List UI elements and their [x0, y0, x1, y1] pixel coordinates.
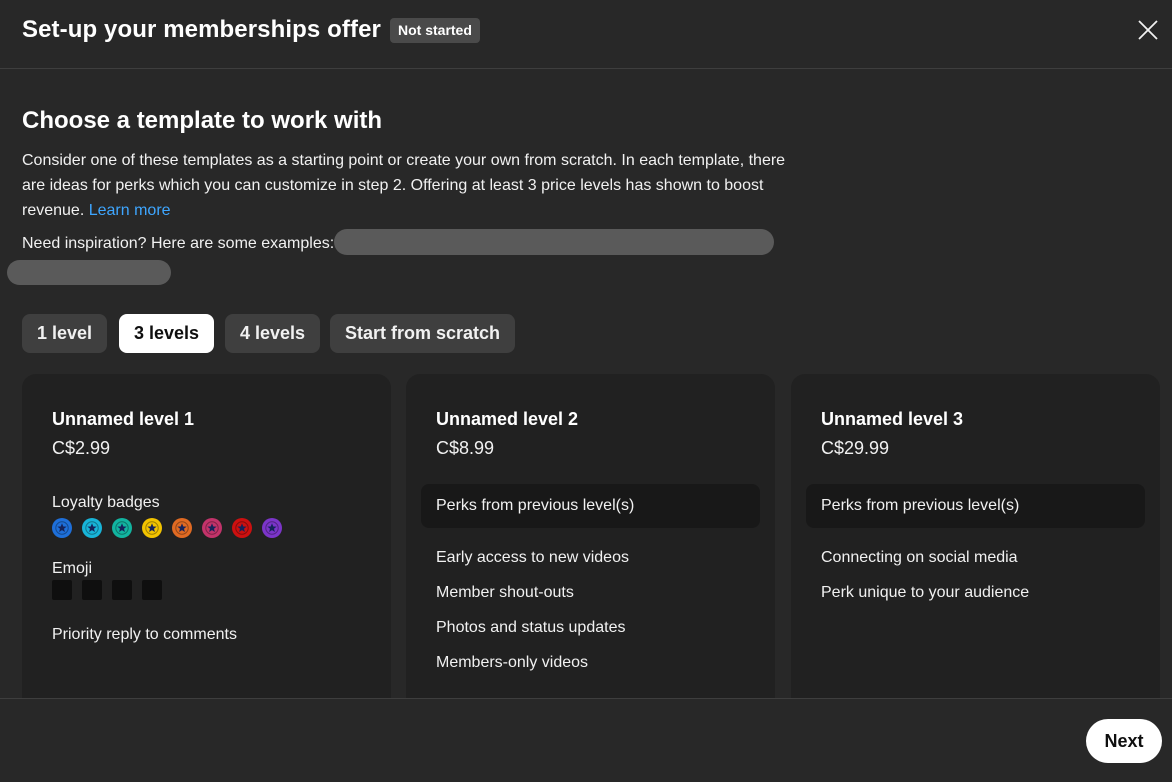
- level-card-3: Unnamed level 3 C$29.99 Perks from previ…: [791, 374, 1160, 698]
- emoji-placeholder: [142, 580, 162, 600]
- star-icon: [265, 521, 279, 535]
- dialog-header: Set-up your memberships offer Not starte…: [0, 0, 1172, 69]
- level-name: Unnamed level 2: [436, 409, 579, 429]
- star-icon: [55, 521, 69, 535]
- level-card-1: Unnamed level 1 C$2.99 Loyalty badges Em…: [22, 374, 391, 698]
- loyalty-badge-icon: [112, 518, 132, 538]
- level-price: C$2.99: [52, 438, 111, 458]
- loyalty-badge-icon: [262, 518, 282, 538]
- loyalty-badge-icon: [232, 518, 252, 538]
- dialog-content: Choose a template to work with Consider …: [0, 70, 1172, 698]
- redacted-example-links-2: [7, 260, 171, 285]
- tab-start-from-scratch[interactable]: Start from scratch: [330, 314, 516, 353]
- section-title: Choose a template to work with: [22, 107, 383, 134]
- loyalty-badge-icon: [52, 518, 72, 538]
- loyalty-badge-icon: [202, 518, 222, 538]
- perk-item: Photos and status updates: [436, 619, 626, 636]
- emoji-placeholder: [82, 580, 102, 600]
- emoji-placeholder: [52, 580, 72, 600]
- perk-item: Member shout-outs: [436, 584, 574, 601]
- star-icon: [115, 521, 129, 535]
- level-name: Unnamed level 1: [52, 409, 195, 429]
- memberships-dialog: Set-up your memberships offer Not starte…: [0, 0, 1172, 782]
- tab-1-level[interactable]: 1 level: [22, 314, 108, 353]
- loyalty-badges-label: Loyalty badges: [52, 494, 160, 511]
- star-icon: [175, 521, 189, 535]
- level-card-2: Unnamed level 2 C$8.99 Perks from previo…: [406, 374, 775, 698]
- inspiration-text: Need inspiration? Here are some examples…: [22, 235, 335, 252]
- next-button[interactable]: Next: [1086, 719, 1162, 763]
- close-icon: [1138, 20, 1158, 40]
- learn-more-link[interactable]: Learn more: [89, 202, 171, 219]
- loyalty-badge-icon: [142, 518, 162, 538]
- tab-4-levels[interactable]: 4 levels: [225, 314, 321, 353]
- level-name: Unnamed level 3: [821, 409, 964, 429]
- perk-item: Members-only videos: [436, 654, 589, 671]
- star-icon: [235, 521, 249, 535]
- star-icon: [205, 521, 219, 535]
- redacted-example-links: [334, 229, 774, 255]
- dialog-footer: Next: [0, 698, 1172, 782]
- star-icon: [85, 521, 99, 535]
- level-price: C$29.99: [821, 438, 890, 458]
- tab-3-levels[interactable]: 3 levels: [119, 314, 215, 353]
- loyalty-badge-icon: [82, 518, 102, 538]
- emoji-placeholder: [112, 580, 132, 600]
- close-button[interactable]: [1134, 16, 1162, 44]
- star-icon: [145, 521, 159, 535]
- perk-item: Early access to new videos: [436, 549, 629, 566]
- loyalty-badge-icon: [172, 518, 192, 538]
- perk-item: Perk unique to your audience: [821, 584, 1030, 601]
- template-description: Consider one of these templates as a sta…: [22, 148, 792, 223]
- dialog-title: Set-up your memberships offer: [22, 16, 381, 43]
- emoji-label: Emoji: [52, 560, 93, 577]
- perk-item: Priority reply to comments: [52, 626, 237, 643]
- status-badge: Not started: [390, 18, 480, 43]
- previous-perks-row: Perks from previous level(s): [421, 484, 760, 528]
- perk-item: Connecting on social media: [821, 549, 1018, 566]
- level-price: C$8.99: [436, 438, 495, 458]
- previous-perks-row: Perks from previous level(s): [806, 484, 1145, 528]
